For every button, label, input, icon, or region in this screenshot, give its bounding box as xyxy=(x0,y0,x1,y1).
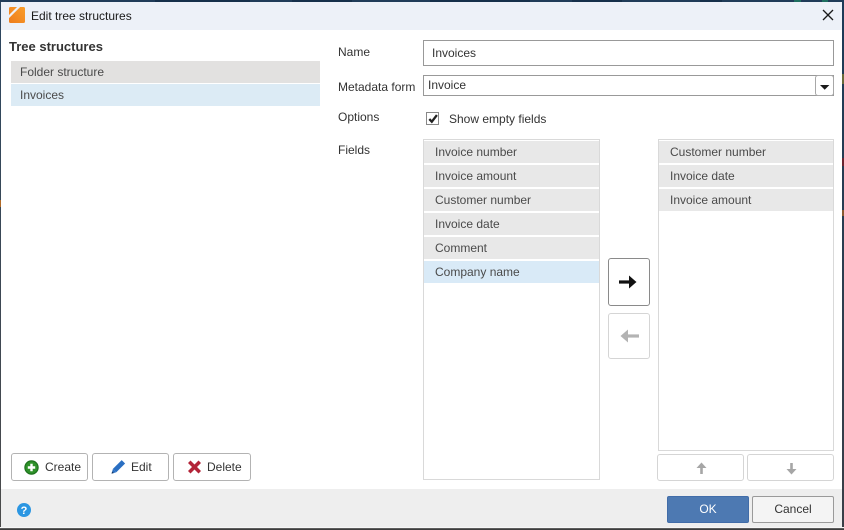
svg-text:?: ? xyxy=(21,505,28,517)
